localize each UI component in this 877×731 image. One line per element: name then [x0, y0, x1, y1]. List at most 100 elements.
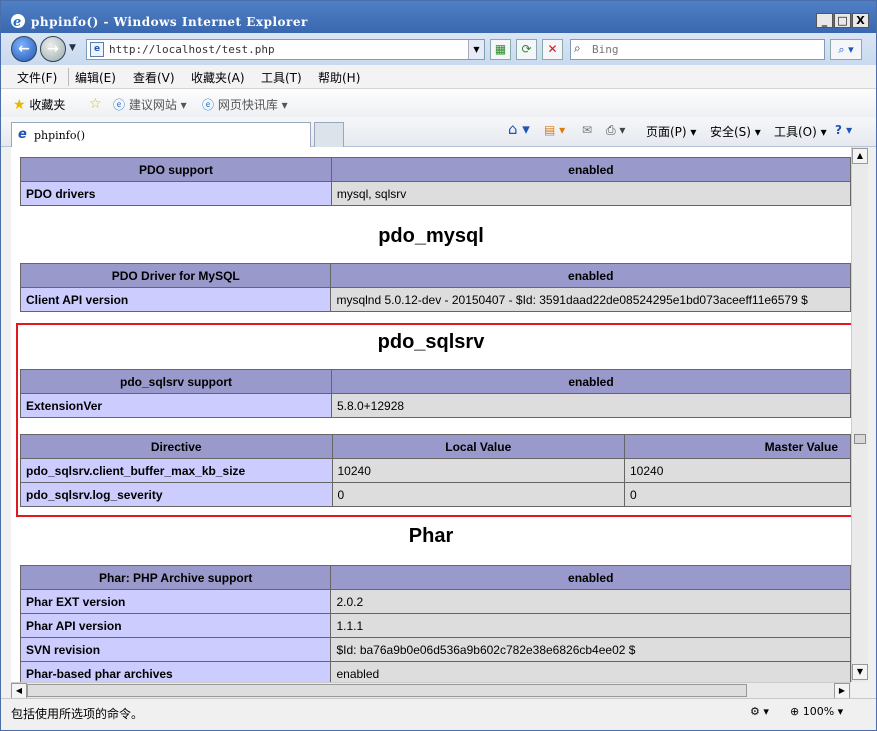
table-header-cell: Phar: PHP Archive support — [19, 565, 332, 590]
back-button[interactable]: ← — [11, 36, 37, 62]
suggested-sites-label: 建议网站 ▾ — [128, 98, 187, 112]
table-key-cell: Client API version — [19, 287, 332, 312]
section-heading: pdo_mysql — [378, 225, 484, 247]
status-bar: 包括使用所选项的命令。 ⚙ ▾ ⊕ 100% ▾ — [1, 698, 876, 730]
address-field[interactable]: e http://localhost/test.php ▼ — [86, 39, 485, 60]
favorites-button[interactable]: ★ 收藏夹 — [13, 96, 65, 113]
read-mail-icon[interactable]: ✉ — [582, 123, 592, 137]
table-key-cell: Phar EXT version — [19, 589, 332, 614]
table-row: Phar EXT version 2.0.2 — [19, 589, 851, 614]
print-icon[interactable]: ⎙ ▾ — [606, 123, 625, 138]
ie-page-icon: ⓔ — [113, 98, 126, 112]
star-icon: ★ — [13, 97, 26, 113]
menu-tools[interactable]: 工具(T) — [261, 69, 302, 86]
page-icon: e — [90, 42, 104, 57]
suggested-sites-link[interactable]: ⓔ 建议网站 ▾ — [113, 96, 187, 113]
search-provider-icon: ⌕ — [574, 41, 581, 55]
scroll-up-button[interactable]: ▲ — [852, 148, 868, 164]
safety-menu-button[interactable]: 安全(S) ▾ — [710, 123, 761, 140]
address-url[interactable]: http://localhost/test.php — [109, 43, 275, 56]
web-slice-label: 网页快讯库 ▾ — [217, 98, 288, 112]
menu-file[interactable]: 文件(F) — [17, 69, 57, 86]
table-key-cell: PDO drivers — [20, 181, 332, 206]
maximize-button[interactable]: □ — [834, 13, 851, 28]
highlight-box — [16, 323, 851, 517]
stop-button[interactable]: ✕ — [542, 39, 563, 60]
table-header-cell: PDO Driver for MySQL — [19, 263, 332, 288]
table-header-cell: enabled — [330, 565, 851, 590]
search-input[interactable]: Bing — [592, 43, 619, 56]
help-icon[interactable]: ? ▾ — [835, 123, 852, 137]
svg-text:e: e — [13, 15, 21, 29]
tools-menu-button[interactable]: 工具(O) ▾ — [774, 123, 827, 140]
ie-logo-icon: e — [11, 14, 25, 29]
forward-button[interactable]: → — [40, 36, 66, 62]
table-value-cell: 1.1.1 — [330, 613, 851, 638]
table-row: Client API version mysqlnd 5.0.12-dev - … — [19, 287, 851, 312]
ie-window: e phpinfo() - Windows Internet Explorer … — [0, 0, 877, 731]
section-heading: Phar — [408, 525, 454, 547]
minimize-button[interactable]: _ — [816, 13, 833, 28]
vertical-scrollbar[interactable]: ▲ ▼ — [851, 147, 868, 682]
horizontal-scrollbar[interactable]: ◀ ▶ — [11, 682, 851, 699]
table-header-cell: PDO support — [20, 157, 332, 182]
pdo-mysql-table: PDO Driver for MySQL enabled Client API … — [19, 263, 851, 312]
table-header-cell: enabled — [330, 263, 851, 288]
address-toolbar: ← → ▼ e http://localhost/test.php ▼ ▦ ⟳ … — [1, 33, 876, 65]
menu-view[interactable]: 查看(V) — [133, 69, 175, 86]
menu-favorites[interactable]: 收藏夹(A) — [191, 69, 245, 86]
menu-edit[interactable]: 编辑(E) — [75, 69, 116, 86]
page-menu-button[interactable]: 页面(P) ▾ — [646, 123, 696, 140]
table-row: PDO Driver for MySQL enabled — [19, 263, 851, 288]
table-row: Phar API version 1.1.1 — [19, 613, 851, 638]
refresh-button[interactable]: ⟳ — [516, 39, 537, 60]
table-key-cell: SVN revision — [19, 637, 332, 662]
table-key-cell: Phar-based phar archives — [19, 661, 332, 682]
window-title: phpinfo() - Windows Internet Explorer — [31, 15, 308, 29]
scroll-down-button[interactable]: ▼ — [852, 664, 868, 680]
zoom-icon: ⊕ — [790, 705, 800, 718]
ie-tab-icon: e — [18, 127, 27, 142]
table-header-cell: enabled — [330, 157, 851, 182]
favorites-label: 收藏夹 — [29, 98, 66, 112]
menu-help[interactable]: 帮助(H) — [318, 69, 360, 86]
page-viewport: PDO support enabled PDO drivers mysql, s… — [11, 147, 851, 682]
forward-arrow-icon: → — [47, 41, 59, 57]
phar-table: Phar: PHP Archive support enabled Phar E… — [19, 565, 851, 682]
horizontal-scroll-thumb[interactable] — [27, 684, 747, 697]
table-value-cell: 2.0.2 — [330, 589, 851, 614]
menu-bar: 文件(F) 编辑(E) 查看(V) 收藏夹(A) 工具(T) 帮助(H) — [1, 65, 876, 89]
scroll-right-button[interactable]: ▶ — [834, 683, 850, 699]
address-dropdown-icon[interactable]: ▼ — [468, 40, 484, 59]
status-text: 包括使用所选项的命令。 — [11, 707, 144, 721]
tab-phpinfo[interactable]: e phpinfo() — [11, 122, 311, 147]
title-bar: e phpinfo() - Windows Internet Explorer … — [1, 1, 876, 33]
add-favorite-icon[interactable]: ☆ — [89, 96, 102, 112]
scroll-left-button[interactable]: ◀ — [11, 683, 27, 699]
protected-mode-icon[interactable]: ⚙ ▾ — [750, 705, 769, 718]
home-icon[interactable]: ⌂ ▾ — [508, 120, 530, 138]
pdo-table: PDO support enabled PDO drivers mysql, s… — [20, 157, 851, 206]
zoom-level: 100% — [802, 705, 835, 718]
back-arrow-icon: ← — [18, 41, 30, 57]
search-button[interactable]: ⌕ ▾ — [830, 39, 862, 60]
table-value-cell: enabled — [330, 661, 851, 682]
search-box[interactable]: ⌕ Bing — [570, 39, 825, 60]
new-tab-button[interactable] — [314, 122, 344, 147]
web-slice-gallery-link[interactable]: ⓔ 网页快讯库 ▾ — [202, 96, 288, 113]
table-value-cell: mysql, sqlsrv — [330, 181, 851, 206]
table-value-cell: $Id: ba76a9b0e06d536a9b602c782e38e6826cb… — [330, 637, 851, 662]
table-row: Phar-based phar archives enabled — [19, 661, 851, 682]
scroll-thumb[interactable] — [854, 434, 866, 444]
menu-separator — [68, 68, 69, 86]
table-row: Phar: PHP Archive support enabled — [19, 565, 851, 590]
close-button[interactable]: X — [852, 13, 869, 28]
table-row: PDO drivers mysql, sqlsrv — [20, 181, 851, 206]
command-bar: e phpinfo() ⌂ ▾ ▤ ▾ ✉ ⎙ ▾ 页面(P) ▾ 安全(S) … — [1, 117, 876, 147]
feeds-icon[interactable]: ▤ ▾ — [544, 123, 565, 137]
history-dropdown-icon[interactable]: ▼ — [69, 43, 76, 53]
table-value-cell: mysqlnd 5.0.12-dev - 20150407 - $Id: 359… — [330, 287, 851, 312]
ie-page-icon: ⓔ — [202, 98, 215, 112]
compatibility-view-button[interactable]: ▦ — [490, 39, 511, 60]
zoom-button[interactable]: ⊕ 100% ▾ — [790, 705, 843, 718]
